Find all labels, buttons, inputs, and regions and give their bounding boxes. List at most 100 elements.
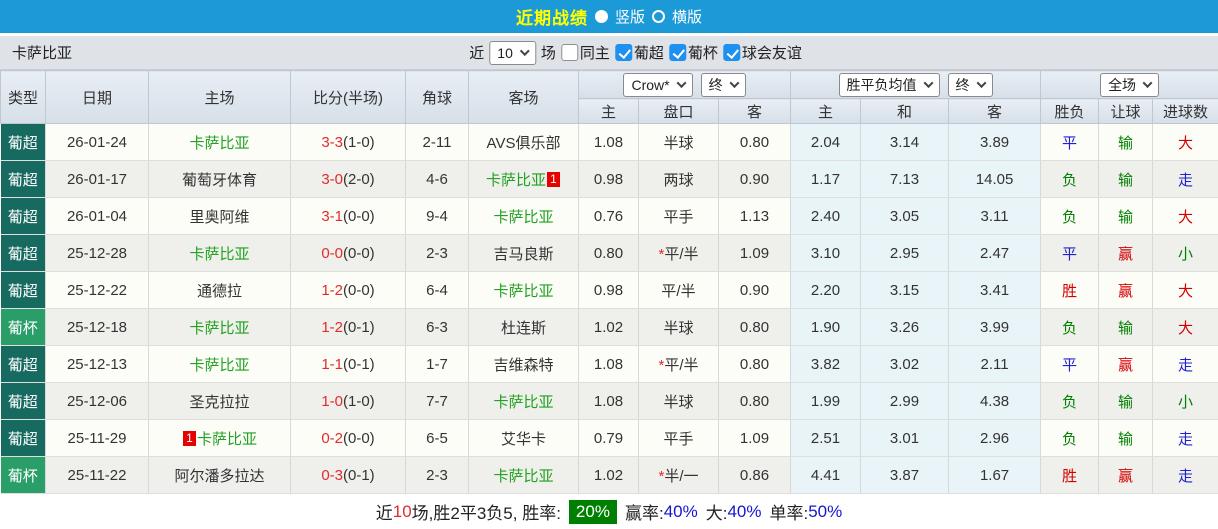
mean-draw-cell: 3.26 bbox=[861, 309, 949, 346]
match-count-value: 10 bbox=[497, 45, 513, 61]
goals-result-cell: 大 bbox=[1153, 124, 1218, 161]
goals-result-cell: 大 bbox=[1153, 198, 1218, 235]
scope-select[interactable]: 全场 bbox=[1100, 73, 1159, 97]
col-header-handicap-result: 让球 bbox=[1099, 99, 1153, 124]
team-name[interactable]: 杜连斯 bbox=[501, 320, 546, 337]
mean-draw-cell: 3.14 bbox=[861, 124, 949, 161]
league-type-cell: 葡超 bbox=[1, 346, 46, 383]
handicap-rate-label: 赢率: bbox=[625, 499, 664, 524]
handicap-result-cell: 输 bbox=[1099, 309, 1153, 346]
team-name[interactable]: 阿尔潘多拉达 bbox=[174, 468, 264, 485]
team-name[interactable]: 卡萨比亚 bbox=[189, 246, 249, 263]
date-cell: 26-01-24 bbox=[46, 124, 149, 161]
score-cell: 1-2(0-0) bbox=[291, 272, 406, 309]
odds-away-cell: 0.80 bbox=[719, 309, 791, 346]
filter-same-home[interactable]: 同主 bbox=[561, 42, 610, 63]
col-header-mean-home: 主 bbox=[791, 99, 861, 124]
goals-result-cell: 走 bbox=[1153, 346, 1218, 383]
team-name[interactable]: 卡萨比亚 bbox=[493, 394, 553, 411]
layout-horizontal-radio[interactable] bbox=[652, 10, 665, 23]
team-name[interactable]: 艾华卡 bbox=[501, 431, 546, 448]
handicap-cell: 半球 bbox=[639, 383, 719, 420]
league-type-cell: 葡杯 bbox=[1, 457, 46, 494]
result-cell: 负 bbox=[1041, 198, 1099, 235]
result-cell: 负 bbox=[1041, 309, 1099, 346]
odds-home-cell: 0.98 bbox=[579, 161, 639, 198]
half-score: (1-0) bbox=[343, 393, 375, 410]
corner-cell: 9-4 bbox=[406, 198, 469, 235]
away-team-cell: 吉马良斯 bbox=[469, 235, 579, 272]
team-name[interactable]: 卡萨比亚 bbox=[493, 209, 553, 226]
layout-vertical-radio[interactable] bbox=[595, 10, 608, 23]
live-star: * bbox=[658, 357, 664, 374]
team-name[interactable]: 吉马良斯 bbox=[493, 246, 553, 263]
checkbox-icon[interactable] bbox=[561, 44, 578, 61]
checkbox-icon[interactable] bbox=[669, 44, 686, 61]
team-name[interactable]: AVS俱乐部 bbox=[487, 135, 561, 152]
chevron-down-icon bbox=[519, 46, 529, 56]
odds-final-select-2[interactable]: 终 bbox=[948, 73, 993, 97]
league-type-cell: 葡超 bbox=[1, 124, 46, 161]
handicap-result-cell: 赢 bbox=[1099, 235, 1153, 272]
odds-company-select[interactable]: Crow* bbox=[623, 73, 692, 97]
full-score: 0-3 bbox=[321, 467, 343, 484]
team-name[interactable]: 卡萨比亚 bbox=[197, 431, 257, 448]
col-header-mean-draw: 和 bbox=[861, 99, 949, 124]
result-cell: 平 bbox=[1041, 124, 1099, 161]
filter-league-cup[interactable]: 葡杯 bbox=[669, 42, 718, 63]
mean-draw-cell: 3.15 bbox=[861, 272, 949, 309]
team-name[interactable]: 卡萨比亚 bbox=[486, 172, 546, 189]
checkbox-icon[interactable] bbox=[615, 44, 632, 61]
full-score: 3-3 bbox=[321, 134, 343, 151]
full-score: 1-1 bbox=[321, 356, 343, 373]
checkbox-icon[interactable] bbox=[723, 44, 740, 61]
half-score: (0-0) bbox=[343, 245, 375, 262]
score-cell: 1-2(0-1) bbox=[291, 309, 406, 346]
team-name[interactable]: 卡萨比亚 bbox=[189, 357, 249, 374]
odds-home-cell: 1.02 bbox=[579, 457, 639, 494]
filter-friendly[interactable]: 球会友谊 bbox=[723, 42, 802, 63]
team-name[interactable]: 圣克拉拉 bbox=[189, 394, 249, 411]
date-cell: 25-11-22 bbox=[46, 457, 149, 494]
near-label: 近 bbox=[469, 42, 484, 63]
col-header-goals: 进球数 bbox=[1153, 99, 1218, 124]
score-cell: 3-3(1-0) bbox=[291, 124, 406, 161]
team-name-heading: 卡萨比亚 bbox=[0, 42, 72, 63]
score-cell: 3-0(2-0) bbox=[291, 161, 406, 198]
date-cell: 25-12-13 bbox=[46, 346, 149, 383]
layout-horizontal-label[interactable]: 横版 bbox=[672, 6, 702, 27]
mean-home-cell: 2.04 bbox=[791, 124, 861, 161]
handicap-cell: 半球 bbox=[639, 124, 719, 161]
odds-home-cell: 0.79 bbox=[579, 420, 639, 457]
team-name[interactable]: 吉维森特 bbox=[493, 357, 553, 374]
league-type-cell: 葡超 bbox=[1, 198, 46, 235]
match-count-select[interactable]: 10 bbox=[489, 41, 536, 65]
handicap-cell: *平/半 bbox=[639, 235, 719, 272]
col-header-score: 比分(半场) bbox=[291, 71, 406, 124]
team-name[interactable]: 卡萨比亚 bbox=[189, 320, 249, 337]
handicap-result-cell: 赢 bbox=[1099, 272, 1153, 309]
league-type-cell: 葡超 bbox=[1, 235, 46, 272]
live-star: * bbox=[658, 468, 664, 485]
mean-home-cell: 1.17 bbox=[791, 161, 861, 198]
team-name[interactable]: 通德拉 bbox=[197, 283, 242, 300]
handicap-rate-value: 40% bbox=[664, 502, 698, 522]
summary-text: 场,胜2平3负5, 胜率: bbox=[412, 499, 561, 524]
mean-draw-cell: 3.87 bbox=[861, 457, 949, 494]
odds-final-select-1[interactable]: 终 bbox=[701, 73, 746, 97]
filter-league-super[interactable]: 葡超 bbox=[615, 42, 664, 63]
handicap-cell: *半/一 bbox=[639, 457, 719, 494]
team-name[interactable]: 里奥阿维 bbox=[189, 209, 249, 226]
summary-near-label: 近 bbox=[376, 499, 393, 524]
team-name[interactable]: 葡萄牙体育 bbox=[182, 172, 257, 189]
team-name[interactable]: 卡萨比亚 bbox=[493, 283, 553, 300]
match-table: 类型 日期 主场 比分(半场) 角球 客场 Crow* 终 bbox=[0, 70, 1218, 494]
mean-type-select[interactable]: 胜平负均值 bbox=[839, 73, 940, 97]
match-row: 葡超25-11-291卡萨比亚0-2(0-0)6-5艾华卡0.79平手1.092… bbox=[1, 420, 1218, 457]
away-team-cell: 卡萨比亚1 bbox=[469, 161, 579, 198]
team-name[interactable]: 卡萨比亚 bbox=[493, 468, 553, 485]
layout-vertical-label[interactable]: 竖版 bbox=[615, 6, 645, 27]
team-name[interactable]: 卡萨比亚 bbox=[189, 135, 249, 152]
col-header-date: 日期 bbox=[46, 71, 149, 124]
handicap-result-cell: 输 bbox=[1099, 198, 1153, 235]
